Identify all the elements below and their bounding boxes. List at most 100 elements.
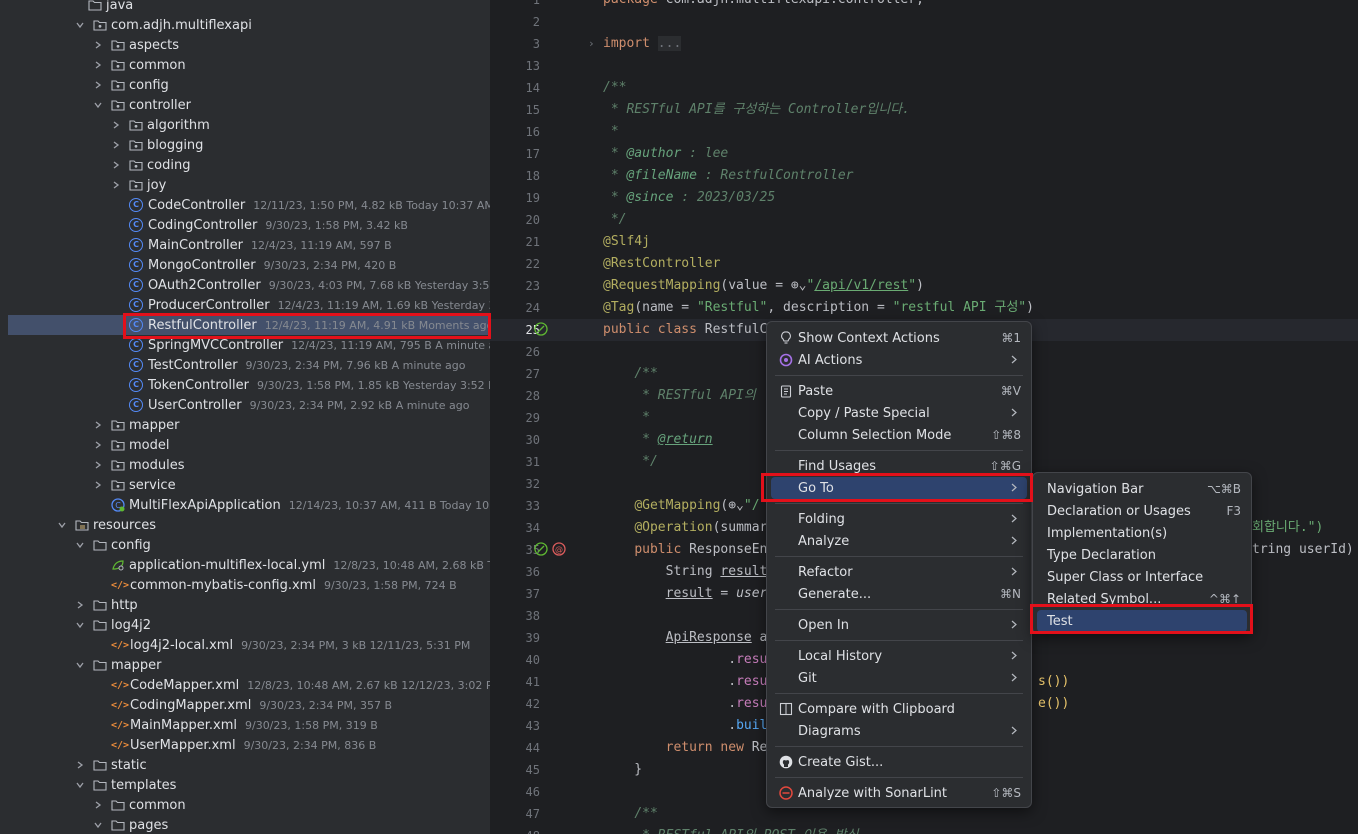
spring-bean-gutter-icon[interactable] [534,322,548,340]
tree-item[interactable]: C TokenController 9/30/23, 1:58 PM, 1.85 k… [0,375,490,395]
menu-item-paste[interactable]: Paste ⌘V [771,380,1027,402]
chevron-right-icon[interactable] [93,480,103,490]
code-line[interactable]: 23 @RequestMapping(value = ⊕⌄"/api/v1/res… [490,275,1358,297]
menu-item-navigation-bar[interactable]: Navigation Bar ⌥⌘B [1037,478,1247,500]
chevron-right-icon[interactable] [75,600,85,610]
chevron-down-icon[interactable] [75,20,85,30]
menu-item-open-in[interactable]: Open In [771,614,1027,636]
chevron-right-icon[interactable] [93,800,103,810]
menu-item-related-symbol[interactable]: Related Symbol... ^⌘↑ [1037,588,1247,610]
chevron-down-icon[interactable] [75,660,85,670]
fold-icon[interactable]: › [588,33,595,55]
tree-item[interactable]: model [0,435,490,455]
chevron-right-icon[interactable] [75,760,85,770]
tree-item[interactable]: </> CodingMapper.xml 9/30/23, 2:34 PM, 357… [0,695,490,715]
code-line[interactable]: 22 @RestController [490,253,1358,275]
code-line[interactable]: 1 package com.adjh.multiflexapi.controlle… [490,0,1358,11]
menu-item-compare-with-clipboard[interactable]: Compare with Clipboard [771,698,1027,720]
tree-item[interactable]: mapper [0,655,490,675]
tree-item[interactable]: controller [0,95,490,115]
menu-item-find-usages[interactable]: Find Usages ⇧⌘G [771,455,1027,477]
tree-item[interactable]: resources [0,515,490,535]
tree-item[interactable]: C CodeController 12/11/23, 1:50 PM, 4.82 k… [0,195,490,215]
menu-item-analyze-with-sonarlint[interactable]: Analyze with SonarLint ⇧⌘S [771,782,1027,804]
tree-item[interactable]: C OAuth2Controller 9/30/23, 4:03 PM, 7.68 … [0,275,490,295]
tree-item[interactable]: log4j2 [0,615,490,635]
code-line[interactable]: 21 @Slf4j [490,231,1358,253]
chevron-right-icon[interactable] [111,160,121,170]
tree-item[interactable]: </> MainMapper.xml 9/30/23, 1:58 PM, 319 B [0,715,490,735]
code-line[interactable]: 15 * RESTful API를 구성하는 Controller입니다. [490,99,1358,121]
tree-item[interactable]: C MultiFlexApiApplication 12/14/23, 10:37 … [0,495,490,515]
tree-item[interactable]: templates [0,775,490,795]
menu-item-ai-actions[interactable]: AI Actions [771,349,1027,371]
tree-item[interactable]: C CodingController 9/30/23, 1:58 PM, 3.42 … [0,215,490,235]
menu-item-folding[interactable]: Folding [771,508,1027,530]
menu-item-type-declaration[interactable]: Type Declaration [1037,544,1247,566]
menu-item-copy-paste-special[interactable]: Copy / Paste Special [771,402,1027,424]
code-line[interactable]: 24 @Tag(name = "Restful", description = "… [490,297,1358,319]
tree-item[interactable]: C ProducerController 12/4/23, 11:19 AM, 1.… [0,295,490,315]
chevron-down-icon[interactable] [57,520,67,530]
tree-item[interactable]: algorithm [0,115,490,135]
chevron-right-icon[interactable] [111,180,121,190]
menu-item-show-context-actions[interactable]: Show Context Actions ⌘1 [771,327,1027,349]
code-line[interactable]: 2 [490,11,1358,33]
tree-item[interactable]: config [0,75,490,95]
code-line[interactable]: 13 [490,55,1358,77]
menu-item-declaration-or-usages[interactable]: Declaration or Usages F3 [1037,500,1247,522]
menu-item-implementation-s[interactable]: Implementation(s) [1037,522,1247,544]
chevron-right-icon[interactable] [93,80,103,90]
code-line[interactable]: 18 * @fileName : RestfulController [490,165,1358,187]
tree-item[interactable]: C MongoController 9/30/23, 2:34 PM, 420 B [0,255,490,275]
chevron-right-icon[interactable] [93,40,103,50]
code-line[interactable]: 48 * RESTful API의 POST 이용 방식 [490,825,1358,834]
chevron-right-icon[interactable] [93,420,103,430]
tree-item[interactable]: C SpringMVCController 12/4/23, 11:19 AM, 7… [0,335,490,355]
chevron-down-icon[interactable] [93,100,103,110]
chevron-down-icon[interactable] [75,780,85,790]
tree-item[interactable]: common [0,795,490,815]
menu-item-test[interactable]: Test [1037,610,1247,632]
chevron-down-icon[interactable] [93,820,103,830]
menu-item-generate[interactable]: Generate... ⌘N [771,583,1027,605]
menu-item-local-history[interactable]: Local History [771,645,1027,667]
tree-item[interactable]: service [0,475,490,495]
tree-item[interactable]: aspects [0,35,490,55]
tree-item[interactable]: application-multiflex-local.yml 12/8/23, … [0,555,490,575]
menu-item-column-selection-mode[interactable]: Column Selection Mode ⇧⌘8 [771,424,1027,446]
tree-item[interactable]: modules [0,455,490,475]
tree-item[interactable]: C TestController 9/30/23, 2:34 PM, 7.96 kB… [0,355,490,375]
tree-item[interactable]: </> CodeMapper.xml 12/8/23, 10:48 AM, 2.67… [0,675,490,695]
menu-item-analyze[interactable]: Analyze [771,530,1027,552]
tree-item[interactable]: http [0,595,490,615]
tree-item[interactable]: coding [0,155,490,175]
web-endpoint-gutter-icon[interactable]: @ [552,542,566,560]
tree-item[interactable]: pages [0,815,490,834]
tree-item[interactable]: mapper [0,415,490,435]
tree-item[interactable]: </> log4j2-local.xml 9/30/23, 2:34 PM, 3 k… [0,635,490,655]
chevron-right-icon[interactable] [111,140,121,150]
chevron-right-icon[interactable] [93,440,103,450]
menu-item-go-to[interactable]: Go To [771,477,1027,499]
chevron-right-icon[interactable] [111,120,121,130]
tree-item[interactable]: config [0,535,490,555]
code-line[interactable]: 3 › import ... [490,33,1358,55]
tree-item[interactable]: joy [0,175,490,195]
code-line[interactable]: 19 * @since : 2023/03/25 [490,187,1358,209]
tree-item[interactable]: blogging [0,135,490,155]
chevron-down-icon[interactable] [75,620,85,630]
code-line[interactable]: 14 /** [490,77,1358,99]
tree-item[interactable]: common [0,55,490,75]
spring-bean-gutter-icon[interactable] [534,542,548,560]
tree-item[interactable]: C MainController 12/4/23, 11:19 AM, 597 B [0,235,490,255]
menu-item-git[interactable]: Git [771,667,1027,689]
code-line[interactable]: 20 */ [490,209,1358,231]
tree-item[interactable]: </> common-mybatis-config.xml 9/30/23, 1:5… [0,575,490,595]
tree-item[interactable]: java [0,0,490,15]
menu-item-refactor[interactable]: Refactor [771,561,1027,583]
code-line[interactable]: 17 * @author : lee [490,143,1358,165]
code-line[interactable]: 16 * [490,121,1358,143]
tree-item[interactable]: C RestfulController 12/4/23, 11:19 AM, 4.9… [8,315,490,335]
menu-item-create-gist[interactable]: Create Gist... [771,751,1027,773]
